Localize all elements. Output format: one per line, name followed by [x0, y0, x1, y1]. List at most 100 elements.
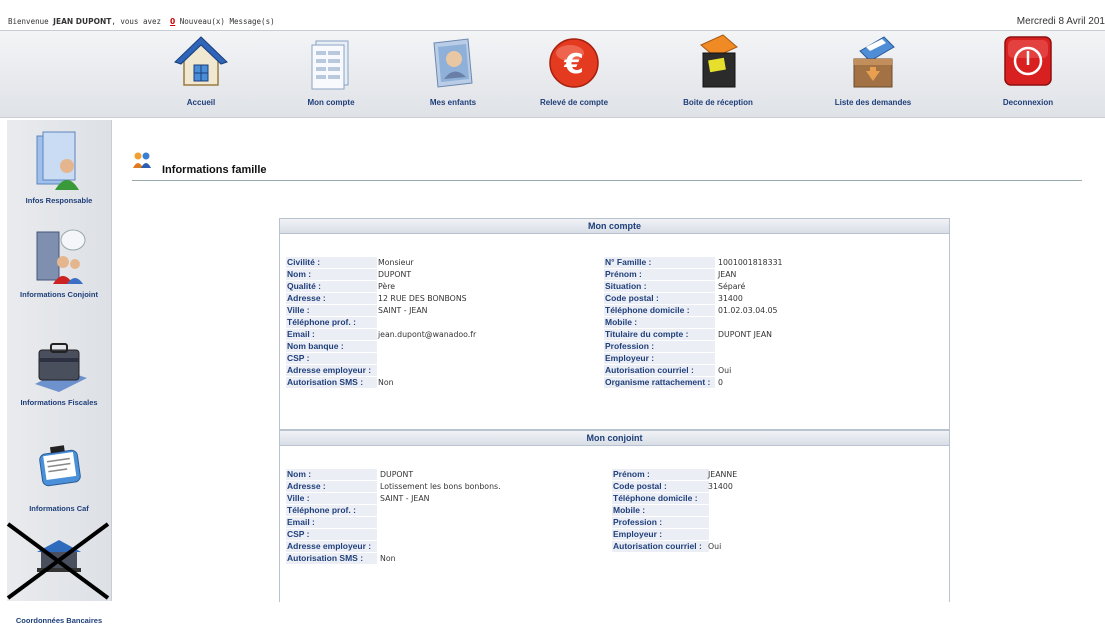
- field-value: DUPONT: [380, 470, 414, 479]
- field-label: CSP :: [286, 353, 377, 364]
- field-value: 01.02.03.04.05: [718, 306, 778, 315]
- nav-deconnexion[interactable]: Deconnexion: [973, 33, 1083, 107]
- nav-label: Liste des demandes: [834, 98, 912, 107]
- field-value: 31400: [718, 294, 743, 303]
- euro-icon: €: [545, 33, 603, 91]
- field-value: JEANNE: [708, 470, 738, 479]
- nav-label: Deconnexion: [1002, 98, 1054, 107]
- field-value: DUPONT: [378, 270, 412, 279]
- field-label: Email :: [286, 517, 377, 528]
- nav-liste-des-demandes[interactable]: Liste des demandes: [818, 33, 928, 107]
- account-document-icon: [302, 33, 360, 91]
- cross-out-mark: [6, 522, 110, 600]
- field-value: Lotissement les bons bonbons.: [380, 482, 501, 491]
- field-value: SAINT - JEAN: [380, 494, 430, 503]
- sidebar-label: Informations Conjoint: [20, 290, 98, 299]
- message-label[interactable]: Nouveau(x) Message(s): [175, 17, 275, 26]
- spouse-icon: [29, 224, 89, 284]
- field-label: Ville :: [286, 305, 377, 316]
- field-value: jean.dupont@wanadoo.fr: [378, 330, 477, 339]
- field-value: 12 RUE DES BONBONS: [378, 294, 467, 303]
- field-value: Non: [378, 378, 394, 387]
- field-label: Adresse :: [286, 481, 377, 492]
- field-label: Adresse employeur :: [286, 541, 377, 552]
- house-icon: [172, 33, 230, 91]
- field-label: Titulaire du compte :: [604, 329, 715, 340]
- mon-compte-panel: Mon compte Civilité : Monsieur Nom : DUPONT…: [279, 218, 950, 430]
- field-value: DUPONT JEAN: [718, 330, 773, 339]
- nav-mes-enfants[interactable]: Mes enfants: [398, 33, 508, 107]
- sidebar-label: Coordonnées Bancaires: [15, 616, 103, 625]
- sidebar-label: Informations Fiscales: [20, 398, 98, 407]
- nav-releve-de-compte[interactable]: € Relevé de compte: [519, 33, 629, 107]
- power-icon: [999, 33, 1057, 91]
- children-photo-icon: [424, 33, 482, 91]
- field-value: 0: [718, 378, 723, 387]
- welcome-message: Bienvenue JEAN DUPONT, vous avez 0 Nouve…: [8, 17, 275, 26]
- sidebar-label: Infos Responsable: [25, 196, 93, 205]
- field-value: Non: [380, 554, 396, 563]
- field-label: Adresse employeur :: [286, 365, 377, 376]
- field-label: Employeur :: [604, 353, 715, 364]
- page-title: Informations famille: [162, 164, 267, 176]
- field-label: Téléphone domicile :: [604, 305, 715, 316]
- sidebar-item-infos-responsable[interactable]: Infos Responsable: [7, 130, 111, 205]
- field-label: Nom :: [286, 269, 377, 280]
- welcome-prefix: Bienvenue: [8, 17, 54, 26]
- field-label: Profession :: [612, 517, 709, 528]
- nav-mon-compte[interactable]: Mon compte: [276, 33, 386, 107]
- field-value: 1001001818331: [718, 258, 783, 267]
- page-header: Informations famille: [132, 150, 1082, 181]
- field-label: Nom banque :: [286, 341, 377, 352]
- requests-box-icon: [844, 33, 902, 91]
- nav-boite-de-reception[interactable]: Boite de réception: [663, 33, 773, 107]
- panel-title: Mon conjoint: [280, 431, 949, 446]
- field-label: Civilité :: [286, 257, 377, 268]
- nav-label: Accueil: [186, 98, 216, 107]
- current-date: Mercredi 8 Avril 201: [1016, 16, 1105, 27]
- field-label: Adresse :: [286, 293, 377, 304]
- field-label: Mobile :: [612, 505, 709, 516]
- field-label: Code postal :: [612, 481, 709, 492]
- sidebar-item-informations-conjoint[interactable]: Informations Conjoint: [7, 224, 111, 299]
- field-label: Prénom :: [612, 469, 709, 480]
- briefcase-icon: [29, 332, 89, 392]
- field-value: Oui: [718, 366, 732, 375]
- field-label: Situation :: [604, 281, 715, 292]
- nav-label: Boite de réception: [683, 98, 753, 107]
- field-label: Ville :: [286, 493, 377, 504]
- mon-conjoint-panel: Mon conjoint Nom : DUPONT Adresse : Lotisse…: [279, 430, 950, 602]
- user-name: JEAN DUPONT: [53, 17, 112, 26]
- field-label: Mobile :: [604, 317, 715, 328]
- responsible-person-icon: [29, 130, 89, 190]
- field-value: SAINT - JEAN: [378, 306, 428, 315]
- field-label: CSP :: [286, 529, 377, 540]
- sidebar-label: Informations Caf: [29, 504, 89, 513]
- field-label: Prénom :: [604, 269, 715, 280]
- field-label: Autorisation courriel :: [612, 541, 709, 552]
- field-label: N° Famille :: [604, 257, 715, 268]
- nav-label: Mon compte: [307, 98, 355, 107]
- field-label: Autorisation SMS :: [286, 553, 377, 564]
- nav-label: Relevé de compte: [539, 98, 609, 107]
- field-value: JEAN: [718, 270, 737, 279]
- field-value: Monsieur: [378, 258, 414, 267]
- svg-text:€: €: [563, 47, 583, 80]
- field-label: Téléphone prof. :: [286, 505, 377, 516]
- nav-label: Mes enfants: [429, 98, 477, 107]
- field-value: Père: [378, 282, 396, 291]
- field-label: Qualité :: [286, 281, 377, 292]
- field-label: Email :: [286, 329, 377, 340]
- nav-accueil[interactable]: Accueil: [146, 33, 256, 107]
- inbox-icon: [689, 33, 747, 91]
- field-label: Code postal :: [604, 293, 715, 304]
- field-label: Autorisation SMS :: [286, 377, 377, 388]
- sidebar-item-informations-fiscales[interactable]: Informations Fiscales: [7, 332, 111, 407]
- sidebar-item-informations-caf[interactable]: Informations Caf: [7, 438, 111, 513]
- clipboard-icon: [29, 438, 89, 498]
- field-label: Nom :: [286, 469, 377, 480]
- field-label: Employeur :: [612, 529, 709, 540]
- family-icon: [133, 152, 151, 168]
- field-value: Oui: [708, 542, 722, 551]
- welcome-middle: , vous avez: [111, 17, 166, 26]
